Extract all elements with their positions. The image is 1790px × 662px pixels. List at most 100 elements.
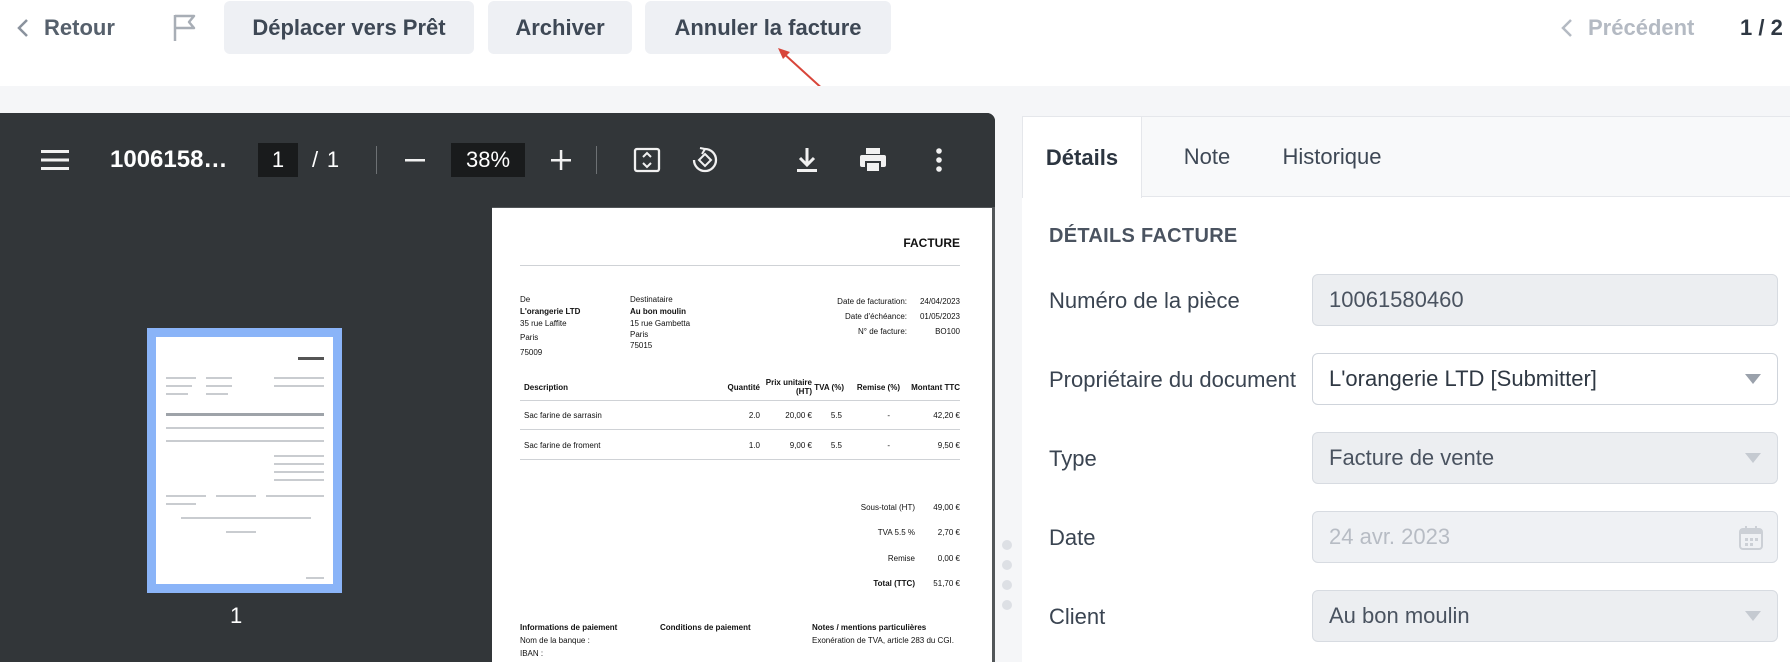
zoom-in-icon[interactable]	[546, 145, 576, 175]
field-label: Type	[1049, 446, 1097, 471]
record-page-count: 1 / 2	[1740, 15, 1783, 40]
column-header: Quantité	[727, 383, 760, 392]
total-label: Sous-total (HT)	[860, 503, 915, 512]
from-zip: 75009	[520, 348, 543, 357]
document-number-field[interactable]: 10061580460	[1312, 274, 1778, 326]
total-value: 2,70 €	[937, 528, 960, 537]
total-value: 0,00 €	[937, 554, 960, 563]
to-zip: 75015	[630, 341, 653, 350]
total-label: Total (TTC)	[873, 579, 915, 588]
print-icon[interactable]	[856, 143, 890, 177]
payment-conditions-title: Conditions de paiement	[660, 623, 751, 632]
table-divider	[520, 400, 960, 401]
divider	[520, 265, 960, 266]
column-header: TVA (%)	[814, 383, 844, 392]
to-street: 15 rue Gambetta	[630, 319, 691, 328]
tab-note[interactable]: Note	[1162, 117, 1252, 197]
table-cell: 1.0	[748, 441, 760, 450]
table-cell: 42,20 €	[933, 411, 960, 420]
total-label: Remise	[887, 554, 915, 563]
field-label: Client	[1049, 604, 1106, 629]
column-header: Prix unitaire (HT)	[765, 378, 812, 396]
menu-icon[interactable]	[40, 145, 70, 175]
section-title: DÉTAILS FACTURE	[1049, 225, 1238, 247]
date-field[interactable]: 24 avr. 2023	[1312, 511, 1778, 563]
document-owner-value: L'orangerie LTD [Submitter]	[1329, 366, 1597, 391]
chevron-left-icon	[1561, 19, 1572, 37]
back-label: Retour	[44, 15, 115, 40]
client-select[interactable]: Au bon moulin	[1312, 590, 1778, 642]
meta-label: Date d'échéance:	[844, 312, 907, 321]
column-header: Description	[524, 383, 569, 392]
more-options-icon[interactable]	[924, 143, 954, 177]
from-city: Paris	[520, 333, 539, 342]
download-icon[interactable]	[790, 143, 824, 177]
panel-resize-handle[interactable]	[1002, 540, 1012, 620]
table-cell: Sac farine de froment	[524, 441, 601, 450]
table-cell: 2.0	[748, 411, 760, 420]
type-value: Facture de vente	[1329, 445, 1495, 470]
zoom-level-input[interactable]: 38%	[451, 143, 525, 177]
previous-button[interactable]: Précédent	[1560, 10, 1694, 46]
fit-page-icon[interactable]	[630, 143, 664, 177]
iban-label: IBAN :	[520, 649, 544, 658]
client-value: Au bon moulin	[1329, 603, 1470, 628]
table-cell: 20,00 €	[785, 411, 812, 420]
thumbnail-sidebar: 1	[0, 207, 492, 662]
table-cell: -	[887, 441, 890, 450]
rotate-icon[interactable]	[688, 143, 722, 177]
tab-details[interactable]: Détails	[1022, 117, 1142, 198]
total-label: TVA 5.5 %	[877, 528, 915, 537]
details-panel: Détails Note Historique DÉTAILS FACTURE …	[1022, 116, 1790, 662]
page-thumbnail[interactable]	[147, 328, 342, 593]
to-label: Destinataire	[630, 295, 673, 304]
invoice-title: FACTURE	[903, 236, 960, 250]
chevron-down-icon	[1745, 374, 1761, 384]
current-page-input[interactable]: 1	[258, 143, 298, 177]
total-pages: 1	[326, 147, 340, 172]
thumbnail-page-preview	[156, 337, 333, 584]
cancel-invoice-button[interactable]: Annuler la facture	[645, 1, 891, 54]
back-button[interactable]: Retour	[16, 10, 115, 46]
type-select[interactable]: Facture de vente	[1312, 432, 1778, 484]
table-cell: 9,00 €	[789, 441, 812, 450]
field-label: Date	[1049, 525, 1096, 550]
zoom-out-icon[interactable]	[400, 145, 430, 175]
archive-button[interactable]: Archiver	[488, 1, 632, 54]
column-header: Remise (%)	[856, 383, 900, 392]
toolbar-divider	[376, 146, 377, 174]
invoice-page: FACTURE De L'orangerie LTD 35 rue Laffit…	[492, 208, 992, 662]
chevron-down-icon	[1745, 453, 1761, 463]
meta-label: Date de facturation:	[837, 297, 907, 306]
from-label: De	[520, 295, 531, 304]
thumbnail-page-number: 1	[230, 603, 243, 628]
meta-value: 01/05/2023	[919, 312, 960, 321]
to-city: Paris	[630, 330, 649, 339]
total-value: 51,70 €	[933, 579, 960, 588]
from-street: 35 rue Laffite	[520, 319, 567, 328]
table-cell: Sac farine de sarrasin	[524, 411, 602, 420]
table-cell: 9,50 €	[937, 441, 960, 450]
toolbar-divider	[596, 146, 597, 174]
move-to-ready-button[interactable]: Déplacer vers Prêt	[224, 1, 474, 54]
table-cell: 5.5	[830, 411, 842, 420]
bank-label: Nom de la banque :	[520, 636, 590, 645]
tab-history[interactable]: Historique	[1252, 117, 1412, 197]
total-value: 49,00 €	[933, 503, 960, 512]
panel-tabs: Détails Note Historique	[1022, 117, 1790, 198]
field-label: Numéro de la pièce	[1049, 288, 1240, 313]
notes-title: Notes / mentions particulières	[812, 623, 927, 632]
date-value: 24 avr. 2023	[1329, 524, 1451, 549]
meta-label: N° de facture:	[858, 327, 907, 336]
payment-info-title: Informations de paiement	[520, 623, 618, 632]
calendar-icon	[1739, 526, 1763, 550]
field-label: Propriétaire du document	[1049, 367, 1297, 392]
to-name: Au bon moulin	[630, 307, 686, 316]
column-header: Montant TTC	[911, 383, 960, 392]
table-divider	[520, 429, 960, 430]
document-owner-select[interactable]: L'orangerie LTD [Submitter]	[1312, 353, 1778, 405]
flag-icon[interactable]	[170, 12, 200, 44]
document-title: 1006158…	[110, 146, 228, 173]
pdf-viewer: 1006158… 1 / 1 38% 1 FACTURE De L'orange…	[0, 113, 995, 662]
table-cell: 5.5	[830, 441, 842, 450]
